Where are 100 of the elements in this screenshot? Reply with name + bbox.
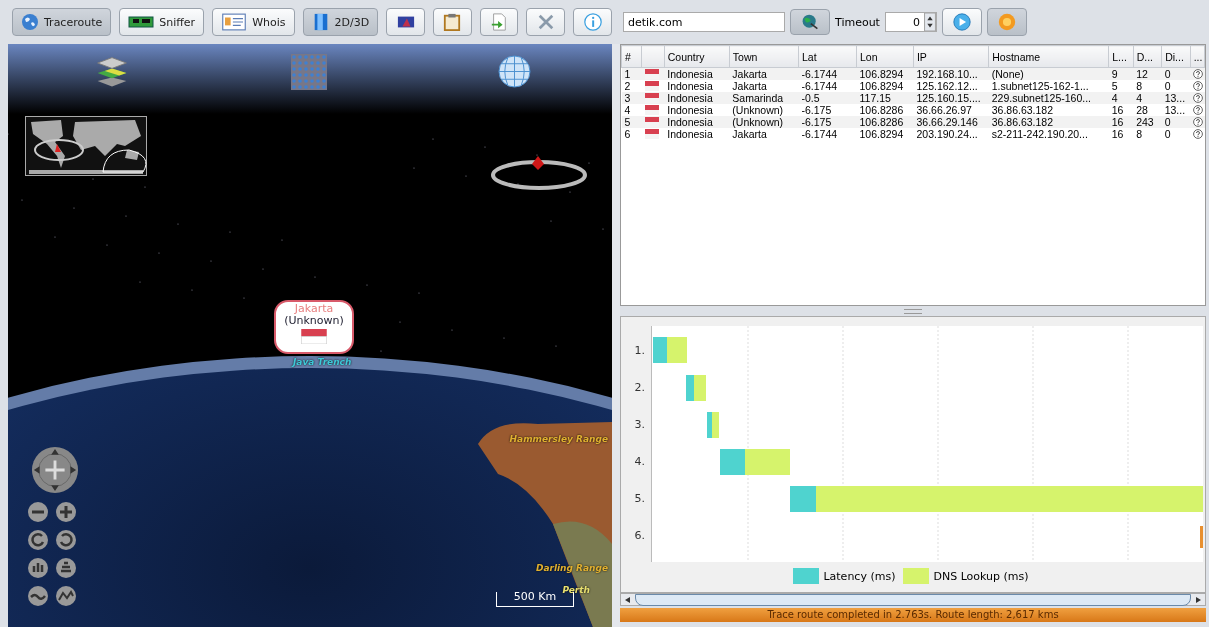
level-button[interactable] (56, 558, 76, 578)
table-cell: 0 (1161, 80, 1191, 92)
place-label: Darling Range (535, 563, 608, 573)
place-label: Java Trench (293, 357, 352, 367)
scroll-left-icon (624, 595, 632, 604)
column-header[interactable]: Lon (856, 45, 914, 68)
hop-label: 3. (633, 417, 646, 433)
table-cell: Indonesia (664, 128, 730, 140)
column-header[interactable]: Lat (798, 45, 857, 68)
table-cell: 36.66.26.97 (913, 104, 989, 116)
hop-label: 2. (633, 380, 646, 396)
table-cell: 4 (621, 104, 642, 116)
table-cell: 1.subnet125-162-1... (988, 80, 1109, 92)
mode-tab[interactable]: Traceroute (12, 8, 112, 36)
column-header[interactable]: Di... (1161, 45, 1191, 68)
mode-tab[interactable]: Sniffer (119, 8, 205, 36)
table-cell: 4 (1108, 92, 1134, 104)
rotate-left-button[interactable] (28, 530, 48, 550)
info-icon (583, 13, 602, 31)
table-cell: 16 (1108, 104, 1134, 116)
scroll-right-icon (1194, 595, 1202, 604)
host-field[interactable]: detik.com (623, 12, 785, 32)
table-cell: Jakarta (729, 128, 799, 140)
table-cell: 36.86.63.182 (988, 104, 1109, 116)
column-header[interactable]: D... (1133, 45, 1162, 68)
table-cell: 125.160.15.... (913, 92, 989, 104)
image-button[interactable] (386, 8, 425, 36)
document-arrow-icon (490, 13, 509, 31)
table-cell: 13... (1161, 92, 1191, 104)
table-cell: -0.5 (798, 92, 857, 104)
pan-control[interactable] (31, 446, 79, 494)
table-cell: 5 (1108, 80, 1134, 92)
table-cell: -6.1744 (798, 128, 857, 140)
column-header[interactable]: IP (913, 45, 989, 68)
table-cell: 13... (1161, 104, 1191, 116)
zoom-in-button[interactable] (56, 502, 76, 522)
tilt-button[interactable] (28, 558, 48, 578)
legend-label: Latency (ms) (823, 569, 896, 583)
timeout-spinner[interactable]: 0 (884, 12, 937, 32)
column-header[interactable]: Country (664, 45, 730, 68)
table-cell: 3 (621, 92, 642, 104)
table-cell: 203.190.24... (913, 128, 989, 140)
mode-tab[interactable]: Whois (212, 8, 295, 36)
start-button[interactable] (941, 8, 982, 36)
world-minimap[interactable] (25, 116, 147, 176)
table-cell: 117.15 (856, 92, 914, 104)
table-cell: 106.8286 (856, 104, 914, 116)
tools-button[interactable] (526, 8, 566, 36)
zoom-out-button[interactable] (28, 502, 48, 522)
clipboard-button[interactable] (432, 8, 472, 36)
globe-icon (21, 13, 39, 31)
place-label: Perth (562, 585, 590, 595)
hop-label: 5. (633, 491, 646, 507)
spinner-arrows-icon (923, 13, 936, 31)
table-cell: 125.162.12... (913, 80, 989, 92)
table-cell: (Unknown) (729, 104, 799, 116)
table-cell: 16 (1108, 128, 1134, 140)
rotate-right-button[interactable] (56, 530, 76, 550)
column-header[interactable]: # (621, 45, 642, 68)
sphere-icon (997, 13, 1016, 31)
scale-bar: 500 Km (496, 592, 574, 607)
place-label: Hammersley Range (509, 434, 608, 444)
table-cell: (Unknown) (729, 116, 799, 128)
table-cell: Indonesia (664, 92, 730, 104)
table-cell: s2-211-242.190.20... (988, 128, 1109, 140)
table-cell: 2 (621, 80, 642, 92)
elevation-button[interactable] (56, 586, 76, 606)
table-cell: -6.175 (798, 104, 857, 116)
hop-label: 6. (633, 528, 646, 544)
table-cell: 6 (621, 128, 642, 140)
mode-tab[interactable]: 2D/3D (302, 8, 379, 36)
column-header[interactable]: Town (729, 45, 799, 68)
table-cell: 4 (1133, 92, 1162, 104)
table-cell: Jakarta (729, 80, 799, 92)
globe-view[interactable]: Jakarta (Unknown) Java Trench Hammersley Range Darling Range Perth 500 Km (8, 44, 612, 627)
table-cell: 243 (1133, 116, 1162, 128)
table-cell: 0 (1161, 128, 1191, 140)
globe-icon (801, 13, 819, 31)
locate-button[interactable] (790, 9, 830, 35)
callout-title: Jakarta (294, 303, 334, 315)
timeout-label: Timeout (835, 15, 880, 29)
table-cell: 0 (1161, 116, 1191, 128)
info-button[interactable] (573, 8, 612, 36)
table-cell: Indonesia (664, 116, 730, 128)
id-card-icon (221, 13, 248, 31)
location-callout[interactable]: Jakarta (Unknown) (274, 300, 354, 354)
table-cell: -6.1744 (798, 80, 857, 92)
column-header[interactable]: Hostname (988, 45, 1109, 68)
table-cell: 106.8294 (856, 80, 914, 92)
callout-subtitle: (Unknown) (284, 315, 344, 327)
globe-icon[interactable] (498, 55, 531, 88)
table-cell: Indonesia (664, 104, 730, 116)
legend-label: DNS Lookup (ms) (933, 569, 1029, 583)
horizontal-scrollbar[interactable] (620, 593, 1206, 606)
play-icon (952, 13, 971, 31)
column-header[interactable]: L... (1108, 45, 1134, 68)
table-cell: 106.8294 (856, 128, 914, 140)
table-cell: 8 (1133, 128, 1162, 140)
export-button[interactable] (479, 8, 519, 36)
terrain-button[interactable] (28, 586, 48, 606)
